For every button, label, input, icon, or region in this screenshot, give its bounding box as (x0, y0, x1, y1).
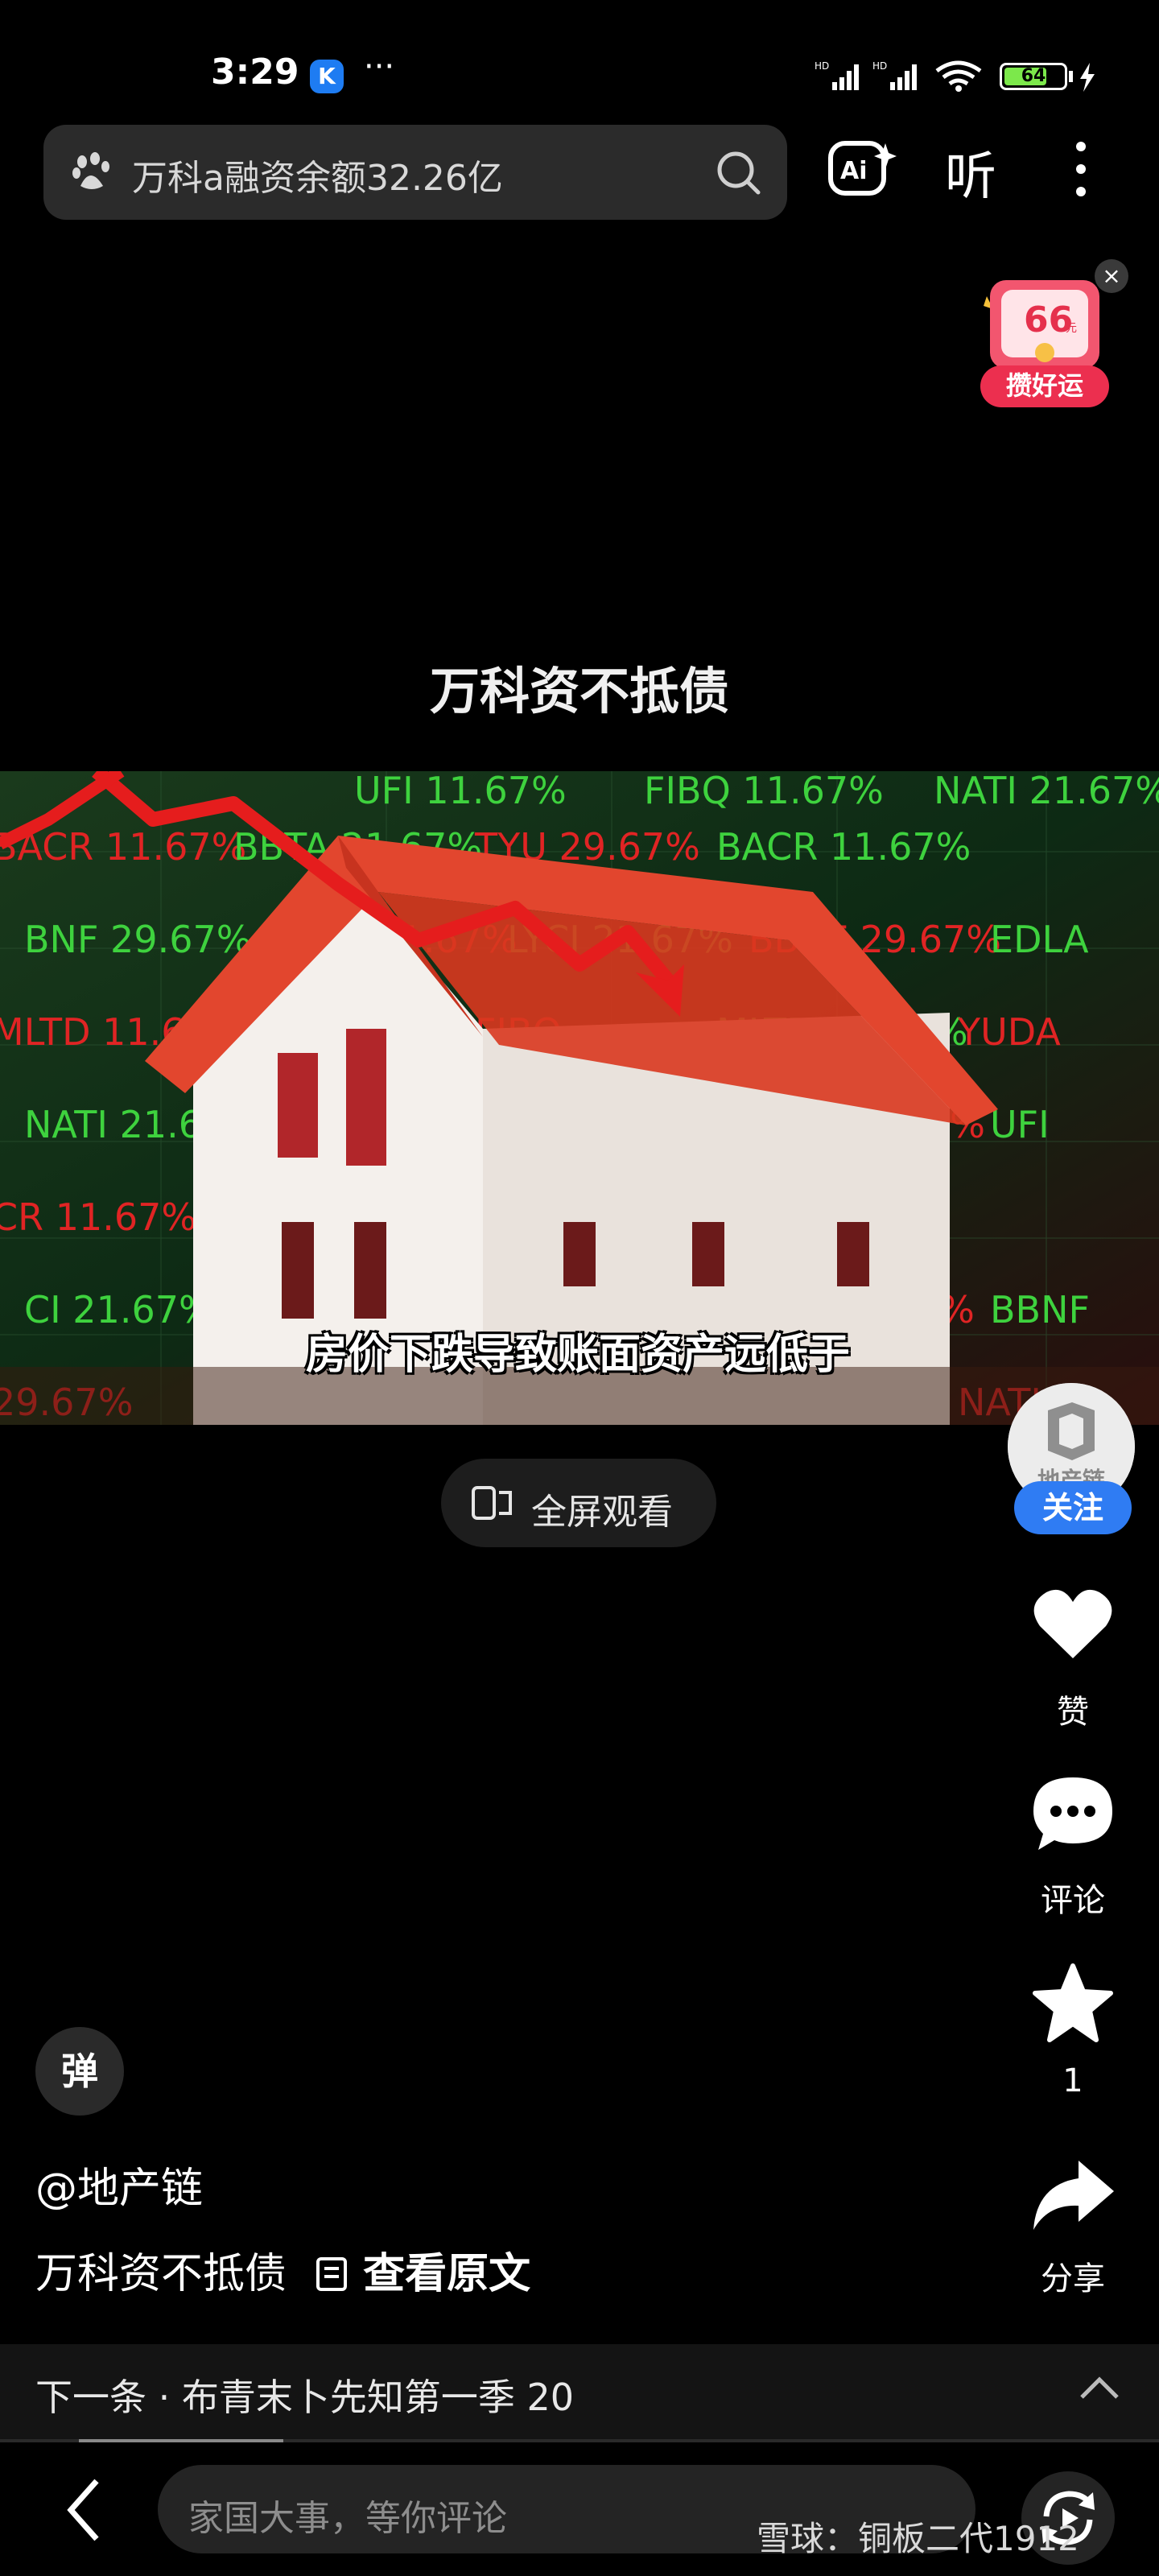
ticker-label: BNF 29.67% (24, 918, 251, 961)
signal-1-icon: HD (815, 60, 859, 90)
promo-close-icon[interactable]: × (1095, 259, 1128, 293)
ai-assistant-icon[interactable]: Ai (826, 132, 898, 204)
comment-placeholder: 家国大事，等你评论 (188, 2498, 507, 2539)
ticker-label: BACR 11.67% (716, 825, 971, 869)
document-icon (316, 2257, 347, 2291)
search-bar[interactable]: 万科a融资余额32.26亿 (43, 125, 787, 220)
fullscreen-button[interactable]: 全屏观看 (441, 1459, 716, 1547)
ticker-label: UFI (990, 1103, 1050, 1146)
lucky-redpacket-promo[interactable]: 66 元 攒好运 (972, 264, 1117, 411)
svg-text:HD: HD (815, 60, 829, 72)
svg-text:HD: HD (872, 60, 887, 72)
battery-level: 64 (1021, 66, 1046, 86)
promo-label: 攒好运 (1006, 370, 1083, 401)
favorite-star-icon[interactable] (1030, 1963, 1116, 2043)
ticker-label: NATI 21.67% (934, 771, 1159, 812)
search-query[interactable]: 万科a融资余额32.26亿 (132, 149, 503, 200)
battery-tip (1069, 71, 1073, 82)
share-label: 分享 (1041, 2260, 1105, 2297)
status-more-icon: ··· (364, 48, 395, 85)
like-heart-icon[interactable] (1030, 1584, 1116, 1665)
next-video-text: 下一条 · 布青末卜先知第一季 20 (35, 2376, 575, 2419)
ticker-label: YUDA (957, 1010, 1061, 1054)
baidu-paw-icon (72, 152, 109, 189)
search-icon[interactable] (713, 147, 763, 197)
video-subtitle: 房价下跌导致账面资产远低于 (306, 1331, 851, 1379)
description-text: 万科资不抵债 (35, 2250, 287, 2298)
back-arrow-icon[interactable] (64, 2476, 105, 2544)
like-label: 赞 (1057, 1694, 1089, 1731)
watermark-text: 雪球：铜板二代1912 (757, 2519, 1079, 2558)
favorite-count: 1 (1062, 2062, 1083, 2099)
ticker-label: CR 11.67% (0, 1195, 196, 1239)
ticker-label: BBNF (990, 1288, 1090, 1331)
promo-unit: 元 (1066, 322, 1077, 335)
wifi-icon (935, 60, 982, 92)
danmaku-toggle-button[interactable]: 弹 (35, 2027, 124, 2116)
comment-icon[interactable] (1030, 1773, 1116, 1853)
fullscreen-label: 全屏观看 (531, 1492, 673, 1533)
app-badge-icon: K (310, 60, 344, 93)
fullscreen-icon (472, 1486, 512, 1520)
status-time: 3:29 (211, 52, 299, 93)
video-title: 万科资不抵债 (429, 662, 729, 720)
share-arrow-icon[interactable] (1030, 2156, 1116, 2236)
comment-label: 评论 (1041, 1882, 1105, 1919)
svg-text:Ai: Ai (840, 157, 868, 185)
listen-button[interactable]: 听 (945, 135, 996, 209)
chevron-up-icon[interactable] (1077, 2372, 1122, 2404)
progress-fill (79, 2439, 283, 2442)
ticker-label: EDLA (990, 918, 1089, 961)
signal-2-icon: HD (872, 60, 917, 90)
charging-icon (1080, 63, 1095, 92)
more-options-icon[interactable] (1069, 137, 1093, 201)
next-video-bar[interactable]: 下一条 · 布青末卜先知第一季 20 (0, 2344, 1159, 2439)
follow-button[interactable]: 关注 (1014, 1481, 1132, 1534)
view-original-link[interactable]: 查看原文 (363, 2250, 530, 2298)
battery-icon: 64 (1000, 63, 1067, 90)
ticker-label: FIBQ 11.67% (644, 771, 884, 812)
video-description: 万科资不抵债 查看原文 (35, 2240, 530, 2300)
ticker-label: UFI 11.67% (354, 771, 567, 812)
author-name[interactable]: @地产链 (35, 2154, 203, 2215)
ticker-label: CI 21.67% (24, 1288, 214, 1331)
